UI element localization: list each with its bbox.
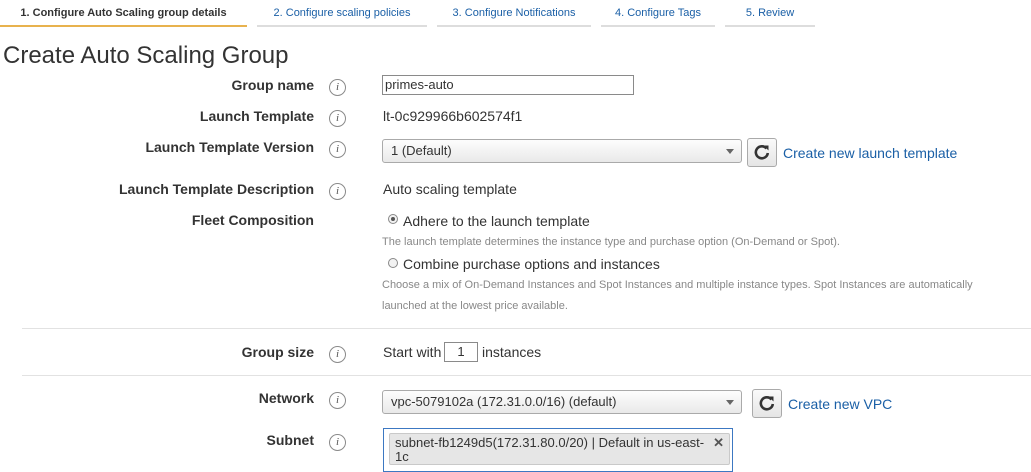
launch-template-description: Auto scaling template xyxy=(383,181,517,197)
divider xyxy=(22,375,1031,376)
wizard-steps: 1. Configure Auto Scaling group details … xyxy=(0,0,1031,27)
network-select[interactable]: vpc-5079102a (172.31.0.0/16) (default) xyxy=(382,390,742,414)
launch-template-label: Launch Template xyxy=(199,108,314,124)
combine-options-radio[interactable] xyxy=(388,258,398,268)
tab-tags[interactable]: 4. Configure Tags xyxy=(601,0,715,27)
subnet-chip-label: subnet-fb1249d5(172.31.80.0/20) | Defaul… xyxy=(395,435,705,464)
adhere-template-radio[interactable] xyxy=(388,214,398,224)
info-icon[interactable]: i xyxy=(329,110,346,127)
combine-options-radio-label[interactable]: Combine purchase options and instances xyxy=(403,256,660,272)
tab-notifications[interactable]: 3. Configure Notifications xyxy=(437,0,591,27)
group-size-prefix: Start with xyxy=(383,344,442,360)
subnet-chip: subnet-fb1249d5(172.31.80.0/20) | Defaul… xyxy=(389,433,730,465)
group-name-input[interactable]: primes-auto xyxy=(382,75,634,95)
launch-template-version-value: 1 (Default) xyxy=(391,143,452,158)
page-title: Create Auto Scaling Group xyxy=(3,42,289,69)
tab-review[interactable]: 5. Review xyxy=(725,0,815,27)
info-icon[interactable]: i xyxy=(329,79,346,96)
divider xyxy=(22,328,1031,329)
adhere-template-radio-label[interactable]: Adhere to the launch template xyxy=(403,213,590,229)
subnet-multiselect[interactable]: subnet-fb1249d5(172.31.80.0/20) | Defaul… xyxy=(383,428,733,472)
combine-options-help-2: launched at the lowest price available. xyxy=(382,300,568,312)
network-label: Network xyxy=(258,390,314,406)
group-name-label: Group name xyxy=(231,77,314,93)
chevron-down-icon xyxy=(726,400,734,405)
info-icon[interactable]: i xyxy=(329,183,346,200)
info-icon[interactable]: i xyxy=(329,141,346,158)
group-size-suffix: instances xyxy=(482,344,542,360)
close-icon[interactable]: ✕ xyxy=(713,435,724,451)
chevron-down-icon xyxy=(726,149,734,154)
refresh-icon xyxy=(759,396,775,411)
network-value: vpc-5079102a (172.31.0.0/16) (default) xyxy=(391,394,617,409)
create-launch-template-link[interactable]: Create new launch template xyxy=(783,145,957,161)
tab-configure-details[interactable]: 1. Configure Auto Scaling group details xyxy=(0,0,247,27)
group-size-input[interactable]: 1 xyxy=(444,342,478,362)
refresh-icon xyxy=(754,145,770,160)
fleet-composition-label: Fleet Composition xyxy=(191,212,314,228)
create-vpc-link[interactable]: Create new VPC xyxy=(788,396,892,412)
launch-template-version-label: Launch Template Version xyxy=(145,139,314,155)
combine-options-help: Choose a mix of On-Demand Instances and … xyxy=(382,279,973,291)
launch-template-id: lt-0c929966b602574f1 xyxy=(383,108,523,124)
tab-scaling-policies[interactable]: 2. Configure scaling policies xyxy=(257,0,427,27)
refresh-vpcs-button[interactable] xyxy=(752,389,782,418)
adhere-template-help: The launch template determines the insta… xyxy=(382,236,840,248)
info-icon[interactable]: i xyxy=(329,346,346,363)
launch-template-version-select[interactable]: 1 (Default) xyxy=(382,139,742,163)
info-icon[interactable]: i xyxy=(329,434,346,451)
launch-template-description-label: Launch Template Description xyxy=(119,181,314,197)
group-size-label: Group size xyxy=(241,344,314,360)
subnet-label: Subnet xyxy=(266,432,314,448)
info-icon[interactable]: i xyxy=(329,392,346,409)
refresh-launch-templates-button[interactable] xyxy=(747,138,777,167)
